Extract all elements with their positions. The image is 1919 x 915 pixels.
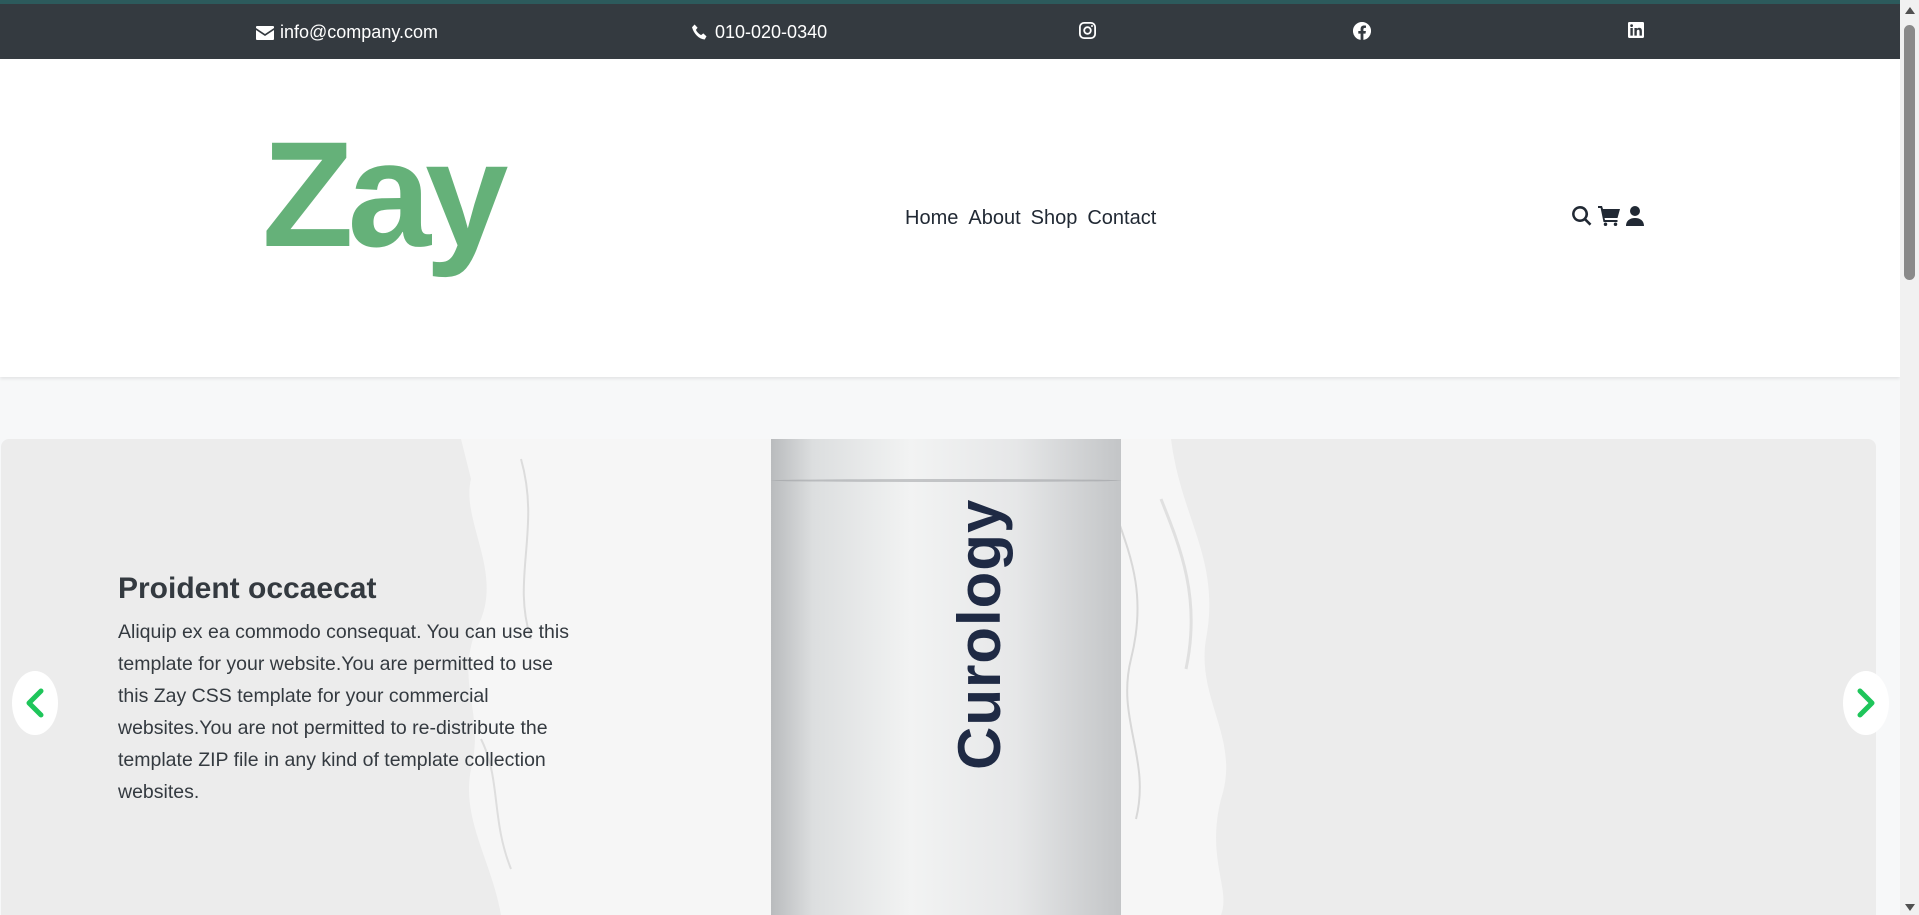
scroll-up-arrow[interactable] <box>1905 7 1915 14</box>
tube-cap-line <box>771 479 1121 482</box>
account-button[interactable] <box>1626 206 1644 226</box>
page-scrollbar[interactable] <box>1900 0 1919 915</box>
nav-home[interactable]: Home <box>905 207 958 230</box>
carousel-caption: Proident occaecat Aliquip ex ea commodo … <box>118 572 578 808</box>
scroll-thumb[interactable] <box>1904 25 1915 280</box>
envelope-icon <box>256 25 274 40</box>
linkedin-link[interactable] <box>1628 22 1644 38</box>
user-icon <box>1626 206 1644 226</box>
cart-icon <box>1598 206 1620 226</box>
phone-link[interactable]: 010-020-0340 <box>691 22 827 43</box>
search-button[interactable] <box>1572 206 1592 226</box>
email-text: info@company.com <box>280 22 439 42</box>
top-contact-bar: info@company.com 010-020-0340 <box>0 0 1900 59</box>
site-header: Zay Home About Shop Contact <box>0 59 1900 377</box>
instagram-link[interactable] <box>1079 22 1096 39</box>
nav-contact[interactable]: Contact <box>1087 207 1156 230</box>
instagram-icon <box>1079 22 1096 39</box>
product-brand-label: Curology <box>946 498 1013 770</box>
linkedin-icon <box>1628 22 1644 38</box>
carousel-title: Proident occaecat <box>118 572 377 605</box>
main-nav: Home About Shop Contact <box>905 207 1156 230</box>
phone-text: 010-020-0340 <box>715 22 828 42</box>
scroll-down-arrow[interactable] <box>1905 904 1915 911</box>
phone-icon <box>692 24 707 39</box>
cart-button[interactable] <box>1598 206 1620 226</box>
email-link[interactable]: info@company.com <box>256 22 438 43</box>
search-icon <box>1572 206 1592 226</box>
carousel-prev-button[interactable] <box>12 671 58 735</box>
carousel-next-button[interactable] <box>1843 671 1889 735</box>
site-logo[interactable]: Zay <box>262 119 508 269</box>
nav-shop[interactable]: Shop <box>1031 207 1078 230</box>
chevron-left-icon <box>26 688 44 718</box>
facebook-icon <box>1353 22 1371 40</box>
chevron-right-icon <box>1857 688 1875 718</box>
facebook-link[interactable] <box>1353 22 1371 40</box>
nav-about[interactable]: About <box>968 207 1020 230</box>
header-tools <box>1572 206 1644 226</box>
carousel-text: Aliquip ex ea commodo consequat. You can… <box>118 621 569 803</box>
